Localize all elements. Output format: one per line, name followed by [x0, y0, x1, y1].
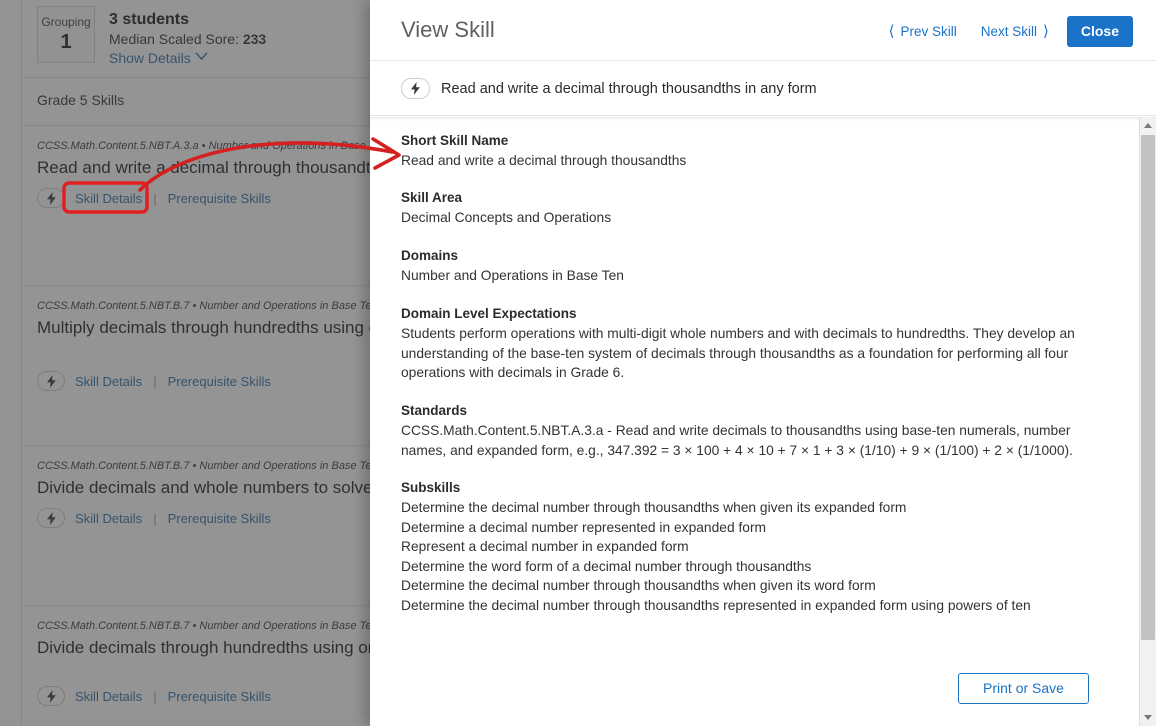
next-skill-label: Next Skill [980, 24, 1038, 39]
standards-label: Standards [401, 403, 468, 418]
modal-body-scroll-area: Short Skill Name Read and write a decima… [370, 117, 1131, 726]
prev-skill-button[interactable]: ⟨ Prev Skill [889, 24, 957, 39]
skill-area-value: Decimal Concepts and Operations [401, 210, 612, 225]
grade-section-title: Grade 5 Skills [37, 92, 125, 108]
modal-skill-subheader: Read and write a decimal through thousan… [370, 61, 1156, 116]
show-details-label: Show Details [109, 50, 191, 66]
skill-area-label: Skill Area [401, 190, 463, 205]
show-details-toggle[interactable]: Show Details [109, 49, 266, 68]
short-skill-name-label: Short Skill Name [401, 133, 509, 148]
modal-skill-subheader-inner: Read and write a decimal through thousan… [401, 78, 817, 99]
modal-header-actions: ⟨ Prev Skill Next Skill ⟩ Close [889, 16, 1133, 47]
domains-label: Domains [401, 248, 459, 263]
print-or-save-button[interactable]: Print or Save [958, 673, 1089, 704]
modal-body: Short Skill Name Read and write a decima… [370, 117, 1156, 726]
lightning-bolt-icon [37, 188, 65, 208]
domain-level-expectations-label: Domain Level Expectations [401, 306, 577, 321]
skill-card-actions: Skill Details | Prerequisite Skills [37, 686, 271, 706]
view-skill-modal: View Skill ⟨ Prev Skill Next Skill ⟩ Clo… [370, 0, 1156, 726]
prerequisite-skills-link[interactable]: Prerequisite Skills [168, 374, 271, 389]
modal-title: View Skill [401, 17, 495, 42]
scrollbar-down-arrow-icon[interactable] [1140, 709, 1156, 726]
grouping-badge-number: 1 [60, 31, 72, 53]
prev-skill-label: Prev Skill [900, 24, 957, 39]
subskill-item: Determine the word form of a decimal num… [401, 558, 812, 574]
skill-card-actions: Skill Details | Prerequisite Skills [37, 371, 271, 391]
lightning-bolt-icon [401, 78, 430, 99]
next-skill-button[interactable]: Next Skill ⟩ [981, 24, 1049, 39]
subskill-item: Determine the decimal number through tho… [401, 597, 1031, 613]
domain-level-expectations-value: Students perform operations with multi-d… [401, 326, 1075, 380]
lightning-bolt-icon [37, 371, 65, 391]
chevron-left-icon: ⟨ [888, 23, 895, 40]
grouping-summary-text: 3 students Median Scaled Sore: 233 Show … [109, 9, 266, 68]
short-skill-name-value: Read and write a decimal through thousan… [401, 153, 687, 168]
modal-header: View Skill ⟨ Prev Skill Next Skill ⟩ Clo… [370, 0, 1156, 61]
subskill-item: Determine the decimal number through tho… [401, 578, 876, 593]
skill-details-link[interactable]: Skill Details [75, 689, 142, 704]
scrollbar-up-arrow-icon[interactable] [1140, 117, 1156, 134]
skill-standard-code: CCSS.Math.Content.5.NBT.B.7 • Number and… [37, 460, 378, 472]
skill-details-link[interactable]: Skill Details [75, 511, 142, 526]
student-count: 3 students [109, 11, 190, 28]
action-separator: | [153, 510, 157, 526]
skill-card-actions: Skill Details | Prerequisite Skills [37, 508, 271, 528]
skill-card-actions: Skill Details | Prerequisite Skills [37, 188, 271, 208]
left-rail [0, 0, 22, 726]
lightning-bolt-icon [37, 508, 65, 528]
subskills-label: Subskills [401, 480, 461, 495]
close-button[interactable]: Close [1066, 16, 1133, 47]
modal-skill-heading: Read and write a decimal through thousan… [441, 80, 817, 97]
subskill-item: Determine a decimal number represented i… [401, 519, 767, 535]
skill-standard-code: CCSS.Math.Content.5.NBT.B.7 • Number and… [37, 300, 378, 312]
subskill-item: Represent a decimal number in expanded f… [401, 539, 689, 554]
prerequisite-skills-link[interactable]: Prerequisite Skills [168, 191, 271, 206]
subskill-item: Determine the decimal number through tho… [401, 500, 907, 515]
action-separator: | [153, 190, 157, 206]
chevron-down-icon [195, 47, 208, 66]
chevron-right-icon: ⟩ [1043, 23, 1049, 40]
skill-standard-code: CCSS.Math.Content.5.NBT.A.3.a • Number a… [37, 140, 387, 152]
prerequisite-skills-link[interactable]: Prerequisite Skills [168, 689, 271, 704]
action-separator: | [153, 688, 157, 704]
grouping-badge: Grouping 1 [37, 6, 95, 63]
skill-details-link[interactable]: Skill Details [75, 374, 142, 389]
domains-value: Number and Operations in Base Ten [401, 268, 624, 283]
skill-standard-code: CCSS.Math.Content.5.NBT.B.7 • Number and… [37, 620, 378, 632]
median-scaled-score: Median Scaled Sore: 233 [109, 30, 266, 49]
action-separator: | [153, 373, 157, 389]
prerequisite-skills-link[interactable]: Prerequisite Skills [168, 511, 271, 526]
grouping-badge-label: Grouping [41, 15, 91, 29]
median-scaled-score-value: 233 [242, 31, 267, 47]
standards-value: CCSS.Math.Content.5.NBT.A.3.a - Read and… [401, 423, 1073, 458]
modal-scrollbar[interactable] [1139, 117, 1156, 726]
scrollbar-thumb[interactable] [1141, 135, 1155, 640]
median-scaled-score-label: Median Scaled Sore: [109, 31, 239, 47]
lightning-bolt-icon [37, 686, 65, 706]
skill-details-link[interactable]: Skill Details [75, 191, 142, 206]
